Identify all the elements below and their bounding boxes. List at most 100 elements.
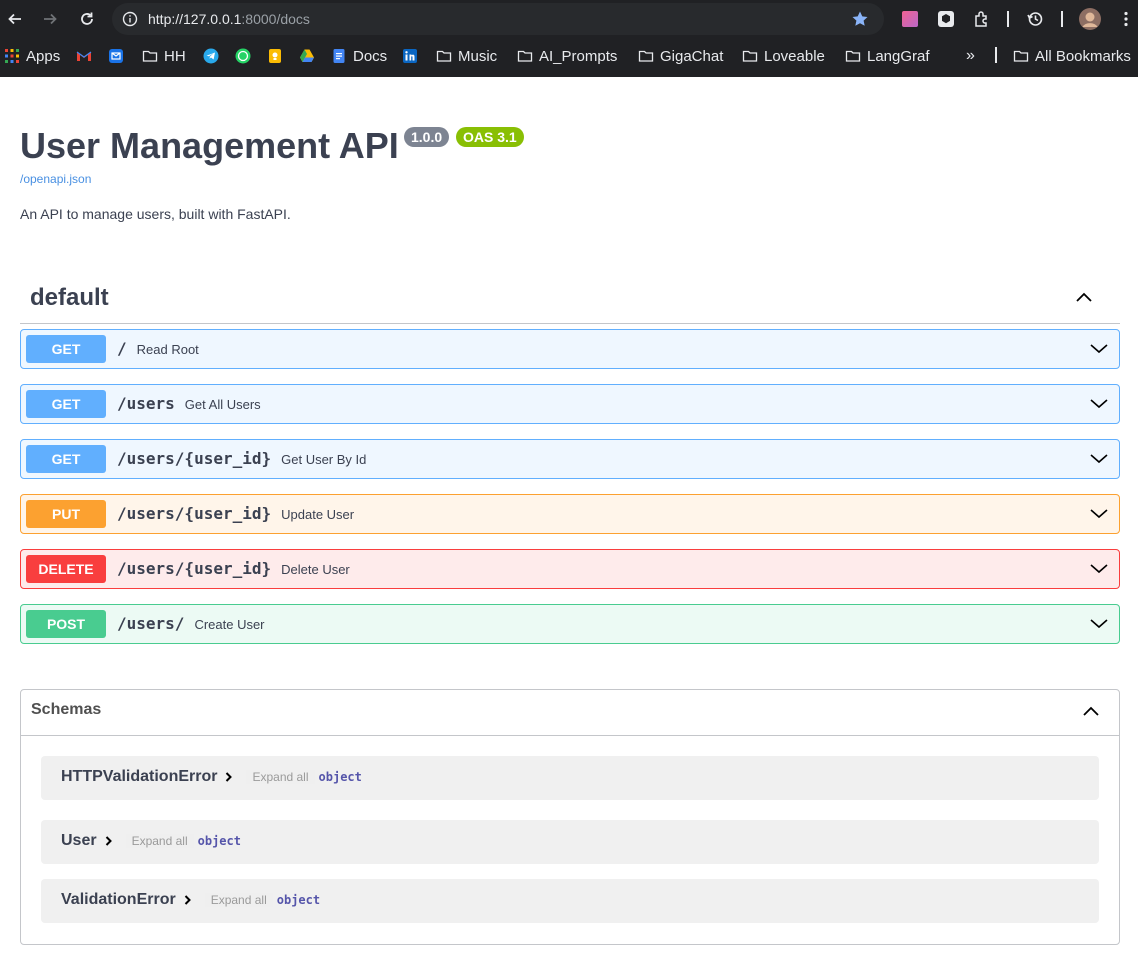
chevron-down-icon[interactable]	[1089, 393, 1109, 413]
operation-summary: Delete User	[281, 562, 350, 577]
operation-delete-user[interactable]: DELETE /users/{user_id} Delete User	[20, 549, 1120, 589]
schemas-label: Schemas	[31, 701, 102, 718]
operation-get-user-by-id[interactable]: GET /users/{user_id} Get User By Id	[20, 439, 1120, 479]
bookmark-mail[interactable]	[108, 46, 130, 66]
bookmark-gigachat[interactable]: GigaChat	[638, 46, 723, 66]
bookmark-whatsapp[interactable]	[235, 46, 257, 66]
bookmark-loveable[interactable]: Loveable	[742, 46, 825, 66]
model-name[interactable]: ValidationError	[61, 891, 176, 909]
folder-icon	[742, 48, 758, 64]
tag-section-default[interactable]: default	[20, 280, 1120, 324]
bookmark-telegram[interactable]	[203, 46, 225, 66]
expand-all-button[interactable]: Expand all	[204, 893, 273, 907]
whatsapp-icon	[235, 48, 251, 64]
bookmark-gmail[interactable]	[76, 46, 98, 66]
browser-menu-icon[interactable]	[1117, 10, 1135, 28]
bookmark-all-bookmarks[interactable]: All Bookmarks	[1013, 46, 1131, 66]
model-validation-error[interactable]: ValidationError Expand all object	[41, 879, 1099, 923]
operation-put-user[interactable]: PUT /users/{user_id} Update User	[20, 494, 1120, 534]
bookmark-hh[interactable]: HH	[142, 46, 186, 66]
method-badge: GET	[26, 390, 106, 418]
method-badge: GET	[26, 445, 106, 473]
extension-gradient-icon[interactable]	[901, 10, 919, 28]
chevron-right-icon[interactable]	[181, 893, 195, 907]
openapi-json-link[interactable]: /openapi.json	[20, 172, 91, 186]
extension-hex-icon[interactable]	[937, 10, 955, 28]
profile-avatar-icon[interactable]	[1079, 8, 1101, 30]
bookmark-music[interactable]: Music	[436, 46, 497, 66]
model-name[interactable]: HTTPValidationError	[61, 768, 217, 786]
operation-summary: Update User	[281, 507, 355, 522]
model-user[interactable]: User Expand all object	[41, 820, 1099, 864]
back-icon[interactable]	[4, 8, 26, 30]
bookmark-drive[interactable]	[299, 46, 321, 66]
model-type: object	[197, 834, 241, 848]
browser-toolbar: http://127.0.0.1:8000/docs	[0, 0, 1138, 38]
chevron-down-icon[interactable]	[1089, 503, 1109, 523]
model-type: object	[318, 770, 362, 784]
gmail-icon	[76, 48, 92, 64]
bookmark-linkedin[interactable]	[402, 46, 424, 66]
address-bar[interactable]: http://127.0.0.1:8000/docs	[112, 3, 884, 35]
chevron-up-icon[interactable]	[1074, 288, 1094, 308]
api-description: An API to manage users, built with FastA…	[20, 206, 291, 222]
browser-chrome: http://127.0.0.1:8000/docs Apps HH Docs …	[0, 0, 1138, 77]
model-name[interactable]: User	[61, 832, 97, 850]
expand-all-button[interactable]: Expand all	[125, 834, 194, 848]
bookmarks-overflow-button[interactable]: »	[966, 46, 975, 66]
method-badge: GET	[26, 335, 106, 363]
model-type: object	[276, 893, 321, 907]
operation-summary: Get User By Id	[281, 452, 367, 467]
model-http-validation-error[interactable]: HTTPValidationError Expand all object	[41, 756, 1099, 800]
toolbar-divider	[1007, 11, 1009, 27]
operation-path: /users/{user_id} Get User By Id	[117, 449, 367, 468]
operation-path: /users/{user_id} Update User	[117, 504, 355, 523]
operation-summary: Get All Users	[184, 397, 261, 412]
chevron-right-icon[interactable]	[102, 834, 116, 848]
keep-icon	[267, 48, 283, 64]
bookmarks-divider	[995, 47, 997, 63]
folder-icon	[845, 48, 861, 64]
chevron-right-icon[interactable]	[222, 770, 236, 784]
operation-get-users[interactable]: GET /users Get All Users	[20, 384, 1120, 424]
api-title: User Management API	[20, 125, 399, 166]
drive-icon	[299, 48, 315, 64]
operation-summary: Read Root	[136, 342, 199, 357]
chevron-down-icon[interactable]	[1089, 338, 1109, 358]
mail-icon	[108, 48, 124, 64]
chevron-down-icon[interactable]	[1089, 613, 1109, 633]
bookmark-ai-prompts[interactable]: AI_Prompts	[517, 46, 617, 66]
forward-icon[interactable]	[39, 8, 61, 30]
chevron-down-icon[interactable]	[1089, 448, 1109, 468]
bookmark-docs[interactable]: Docs	[331, 46, 387, 66]
chevron-down-icon[interactable]	[1089, 558, 1109, 578]
reload-icon[interactable]	[76, 8, 98, 30]
chevron-up-icon[interactable]	[1081, 702, 1101, 722]
site-info-icon[interactable]	[121, 10, 139, 28]
method-badge: POST	[26, 610, 106, 638]
linkedin-icon	[402, 48, 418, 64]
operation-get-root[interactable]: GET / Read Root	[20, 329, 1120, 369]
history-icon[interactable]	[1026, 10, 1044, 28]
method-badge: PUT	[26, 500, 106, 528]
operation-path: /users/Create User	[117, 614, 265, 633]
schemas-section: Schemas HTTPValidationError Expand all o…	[20, 689, 1120, 945]
oas-badge: OAS 3.1	[456, 127, 524, 147]
docs-icon	[331, 48, 347, 64]
operation-post-user[interactable]: POST /users/Create User	[20, 604, 1120, 644]
folder-icon	[638, 48, 654, 64]
telegram-icon	[203, 48, 219, 64]
schemas-header[interactable]: Schemas	[21, 690, 1119, 736]
bookmark-langgraf[interactable]: LangGraf	[845, 46, 930, 66]
bookmark-star-icon[interactable]	[850, 9, 870, 29]
extensions-puzzle-icon[interactable]	[973, 10, 991, 28]
folder-icon	[436, 48, 452, 64]
bookmark-keep[interactable]	[267, 46, 289, 66]
bookmark-apps[interactable]: Apps	[4, 46, 60, 66]
folder-icon	[1013, 48, 1029, 64]
toolbar-divider	[1061, 11, 1063, 27]
url-text[interactable]: http://127.0.0.1:8000/docs	[148, 10, 310, 28]
operation-path: /users Get All Users	[117, 394, 261, 413]
operation-path: / Read Root	[117, 339, 199, 358]
expand-all-button[interactable]: Expand all	[246, 770, 315, 784]
